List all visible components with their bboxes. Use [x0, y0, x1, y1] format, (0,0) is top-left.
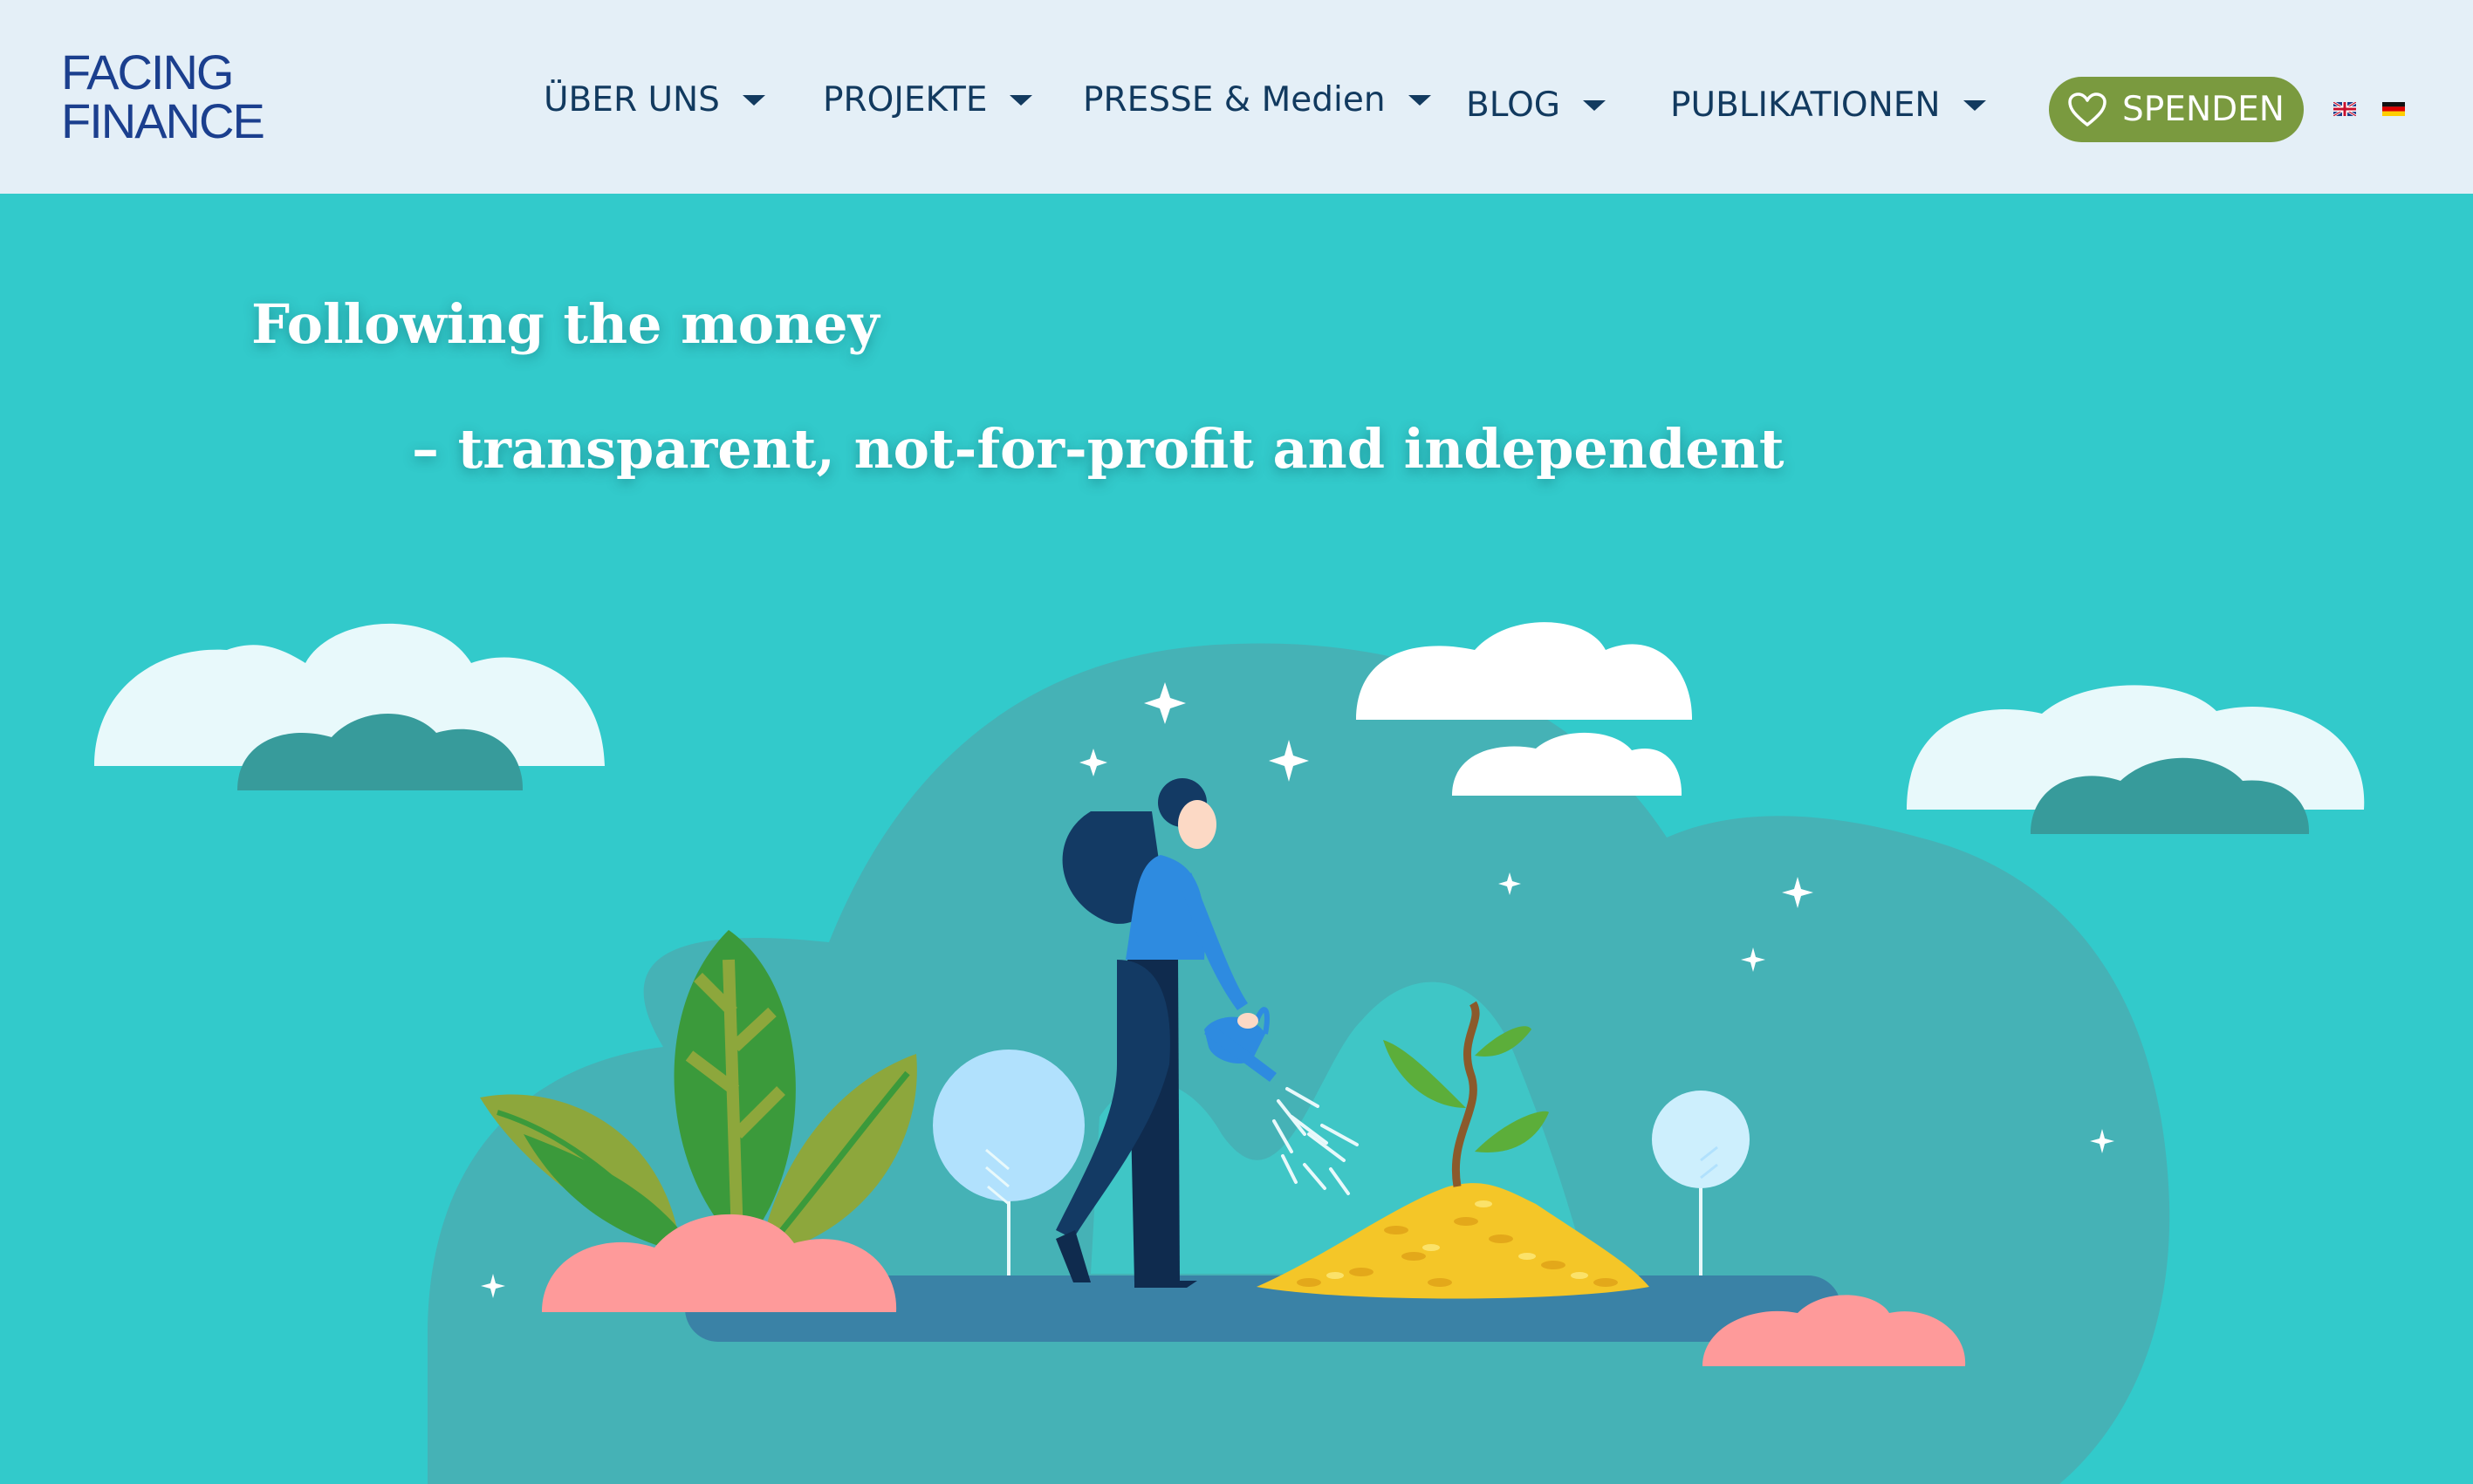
hero-illustration	[94, 622, 2365, 1484]
nav-item-presse-medien[interactable]: PRESSE & Medien	[1083, 80, 1431, 120]
logo-icon: FACING FINANCE	[61, 44, 265, 148]
logo-text-bottom: FINANCE	[61, 93, 264, 144]
cloud-right	[1907, 685, 2365, 834]
heart-icon	[2068, 92, 2107, 127]
nav-item-ueber-uns[interactable]: ÜBER UNS	[544, 80, 765, 120]
nav-item-publikationen[interactable]: PUBLIKATIONEN	[1670, 85, 1986, 125]
caret-down-icon	[1010, 94, 1033, 106]
caret-down-icon	[1408, 94, 1431, 106]
nav-item-label: PUBLIKATIONEN	[1670, 85, 1941, 125]
cloud-left	[94, 623, 605, 790]
logo-text-top: FACING	[61, 44, 232, 99]
caret-down-icon	[1963, 99, 1986, 111]
caret-down-icon	[1583, 99, 1606, 111]
nav-item-label: PROJEKTE	[823, 80, 988, 120]
flag-uk-icon[interactable]	[2333, 102, 2356, 116]
nav-item-label: PRESSE & Medien	[1083, 80, 1386, 120]
nav-item-blog[interactable]: BLOG	[1466, 85, 1606, 125]
site-logo[interactable]: FACING FINANCE	[61, 44, 305, 148]
nav-item-label: ÜBER UNS	[544, 80, 720, 120]
flag-de-icon[interactable]	[2382, 102, 2405, 116]
donate-label: SPENDEN	[2122, 90, 2285, 129]
caret-down-icon	[742, 94, 765, 106]
donate-button[interactable]: SPENDEN	[2049, 77, 2304, 142]
site-header: FACING FINANCE ÜBER UNS PROJEKTE PRESSE …	[0, 0, 2473, 194]
nav-item-label: BLOG	[1466, 85, 1561, 125]
nav-item-projekte[interactable]: PROJEKTE	[823, 80, 1033, 120]
